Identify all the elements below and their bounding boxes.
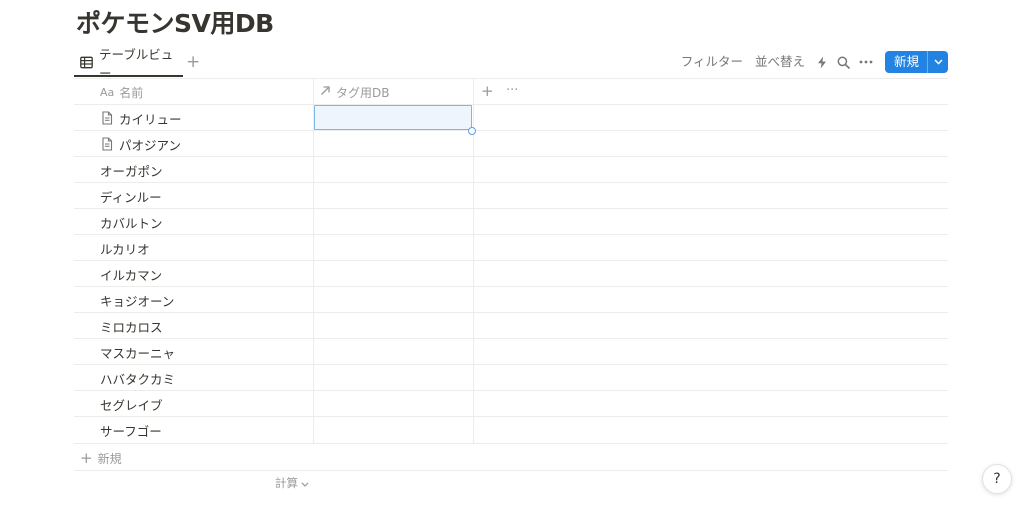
table-row[interactable]: イルカマン bbox=[74, 261, 948, 287]
help-button[interactable]: ? bbox=[982, 464, 1012, 494]
row-title: カバルトン bbox=[100, 215, 163, 231]
search-icon[interactable] bbox=[833, 51, 855, 73]
add-property-button[interactable]: + bbox=[481, 82, 494, 100]
page-icon bbox=[102, 137, 113, 151]
row-title: パオジアン bbox=[119, 137, 182, 153]
table-row[interactable]: キョジオーン bbox=[74, 287, 948, 313]
table-row[interactable]: オーガポン bbox=[74, 157, 948, 183]
row-title: ディンルー bbox=[100, 189, 162, 205]
add-row-label: 新規 bbox=[97, 451, 122, 466]
new-button-label: 新規 bbox=[893, 54, 919, 69]
add-view-button[interactable]: + bbox=[186, 52, 200, 72]
database-toolbar: フィルター 並べ替え 新規 bbox=[675, 51, 948, 73]
text-property-icon: Aa bbox=[100, 85, 115, 99]
name-cell[interactable]: ディンルー bbox=[100, 183, 162, 209]
name-cell[interactable]: ハバタクカミ bbox=[100, 365, 175, 391]
table-row[interactable]: ミロカロス bbox=[74, 313, 948, 339]
row-title: オーガポン bbox=[100, 163, 163, 179]
table-row[interactable]: カバルトン bbox=[74, 209, 948, 235]
column-header-label: 名前 bbox=[119, 85, 144, 100]
new-button[interactable]: 新規 bbox=[884, 51, 948, 73]
chevron-down-icon[interactable] bbox=[928, 51, 948, 73]
name-cell[interactable]: オーガポン bbox=[100, 157, 163, 183]
table-row[interactable]: セグレイブ bbox=[74, 391, 948, 417]
table-row[interactable]: カイリュー bbox=[74, 105, 948, 131]
calculate-label: 計算 bbox=[275, 476, 298, 490]
name-cell[interactable]: カイリュー bbox=[100, 105, 182, 131]
name-cell[interactable]: カバルトン bbox=[100, 209, 163, 235]
name-cell[interactable]: イルカマン bbox=[100, 261, 162, 287]
table-icon bbox=[80, 56, 93, 69]
filter-button[interactable]: フィルター bbox=[675, 51, 749, 73]
page-title: ポケモンSV用DB bbox=[76, 9, 274, 38]
row-title: ハバタクカミ bbox=[100, 371, 176, 387]
tab-label: テーブルビュー bbox=[99, 46, 174, 81]
table-top-border bbox=[74, 78, 948, 79]
page-icon bbox=[102, 111, 113, 125]
name-cell[interactable]: キョジオーン bbox=[100, 287, 174, 313]
table-row[interactable]: ディンルー bbox=[74, 183, 948, 209]
column-header-name[interactable]: Aa 名前 bbox=[100, 79, 143, 105]
row-title: ミロカロス bbox=[100, 319, 163, 335]
tab-table-view[interactable]: テーブルビュー bbox=[74, 47, 183, 81]
add-row-button[interactable]: + 新規 bbox=[80, 448, 122, 468]
more-options-icon[interactable]: ··· bbox=[506, 84, 518, 98]
row-title: ルカリオ bbox=[100, 241, 150, 257]
name-cell[interactable]: セグレイブ bbox=[100, 391, 163, 417]
name-cell[interactable]: パオジアン bbox=[100, 131, 181, 157]
row-title: キョジオーン bbox=[100, 293, 175, 309]
name-cell[interactable]: ミロカロス bbox=[100, 313, 163, 339]
table-row[interactable]: サーフゴー bbox=[74, 417, 948, 443]
row-title: マスカーニャ bbox=[100, 345, 176, 361]
column-header-tag-db[interactable]: タグ用DB bbox=[320, 79, 389, 105]
relation-arrow-icon bbox=[320, 85, 331, 99]
column-header-label: タグ用DB bbox=[336, 85, 390, 100]
table-bottom-border bbox=[74, 443, 948, 444]
more-icon[interactable] bbox=[855, 51, 877, 73]
name-cell[interactable]: ルカリオ bbox=[100, 235, 150, 261]
row-title: セグレイブ bbox=[100, 397, 163, 413]
plus-icon: + bbox=[80, 449, 93, 467]
row-title: サーフゴー bbox=[100, 423, 162, 439]
chevron-down-icon bbox=[301, 476, 309, 490]
row-title: カイリュー bbox=[119, 111, 182, 127]
name-cell[interactable]: サーフゴー bbox=[100, 417, 162, 443]
table-row[interactable]: ハバタクカミ bbox=[74, 365, 948, 391]
add-row-bottom-border bbox=[74, 470, 948, 471]
calculate-button[interactable]: 計算 bbox=[275, 474, 309, 492]
table-row[interactable]: マスカーニャ bbox=[74, 339, 948, 365]
lightning-icon[interactable] bbox=[811, 51, 833, 73]
table-row[interactable]: パオジアン bbox=[74, 131, 948, 157]
row-title: イルカマン bbox=[100, 267, 163, 283]
table-row[interactable]: ルカリオ bbox=[74, 235, 948, 261]
name-cell[interactable]: マスカーニャ bbox=[100, 339, 175, 365]
sort-button[interactable]: 並べ替え bbox=[749, 51, 811, 73]
